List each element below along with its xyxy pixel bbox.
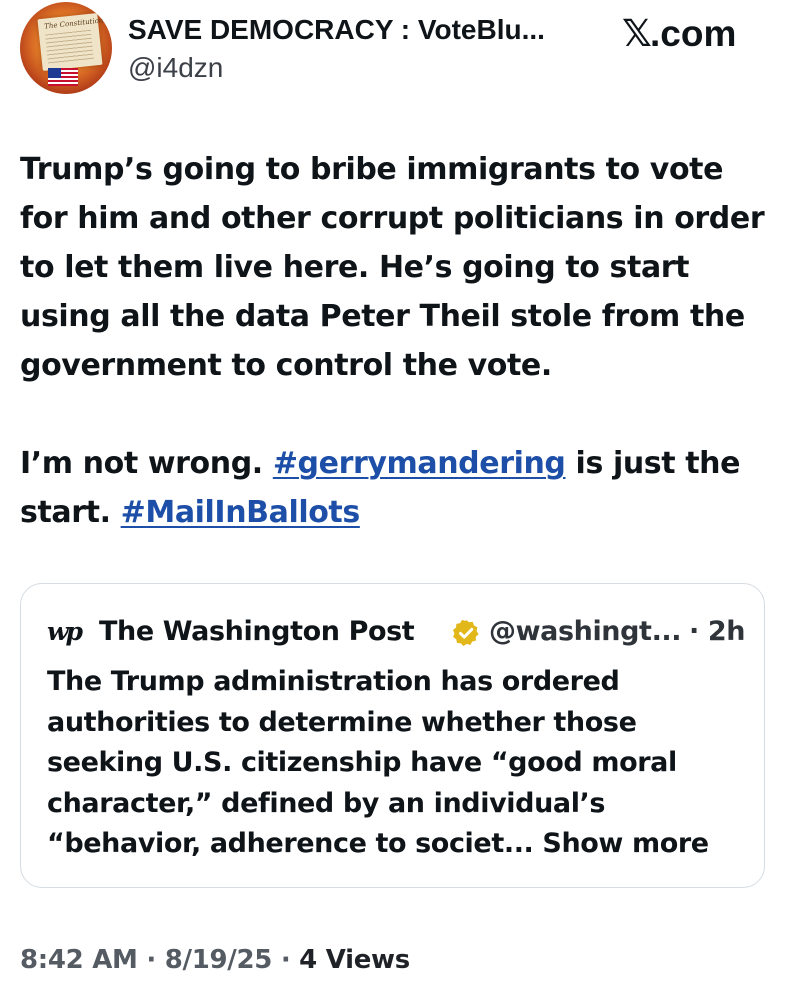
us-flag-icon: [48, 68, 78, 86]
hashtag-mailinballots-link[interactable]: #MailInBallots: [121, 495, 361, 530]
quoted-author-name[interactable]: The Washington Post: [99, 612, 415, 652]
tweet-text-segment: I’m not wrong.: [20, 446, 273, 481]
quoted-tweet-card[interactable]: wp The Washington Post @washingt... · 2h…: [20, 583, 765, 888]
constitution-image: The Constitution: [37, 13, 104, 71]
avatar-document-title: The Constitution: [43, 16, 104, 31]
tweet-date[interactable]: 8/19/25: [165, 945, 273, 975]
source-domain: .com: [650, 13, 737, 54]
tweet-header: The Constitution SAVE DEMOCRACY : VoteBl…: [0, 0, 787, 110]
quoted-author-handle[interactable]: @washingt...: [489, 612, 682, 652]
flag-canton: [48, 68, 61, 78]
tweet-text: Trump’s going to bribe immigrants to vot…: [20, 145, 772, 537]
tweet-metadata: 8:42 AM · 8/19/25 · 4 Views: [20, 940, 410, 980]
show-more-link[interactable]: Show more: [542, 828, 709, 859]
x-com-logo: 𝕏.com: [622, 12, 736, 56]
avatar[interactable]: The Constitution: [20, 2, 112, 94]
separator: ·: [272, 945, 300, 975]
views-label[interactable]: Views: [317, 945, 411, 975]
author-display-name[interactable]: SAVE DEMOCRACY : VoteBlu...: [128, 14, 545, 46]
quoted-tweet-time[interactable]: · 2h: [689, 612, 745, 652]
tweet-paragraph-1: Trump’s going to bribe immigrants to vot…: [20, 152, 765, 383]
views-count[interactable]: 4: [299, 945, 317, 975]
author-handle[interactable]: @i4dzn: [128, 52, 223, 84]
hashtag-gerrymandering-link[interactable]: #gerrymandering: [273, 446, 566, 481]
tweet-time[interactable]: 8:42 AM: [20, 945, 138, 975]
x-logo-icon: 𝕏: [622, 12, 652, 55]
tweet-paragraph-2: I’m not wrong. #gerrymandering is just t…: [20, 439, 772, 537]
verified-badge-icon: [453, 619, 479, 646]
document-lines: [45, 29, 94, 65]
separator: ·: [137, 945, 165, 975]
quoted-tweet-text: The Trump administration has ordered aut…: [47, 662, 747, 865]
washington-post-logo-icon[interactable]: wp: [47, 616, 87, 648]
